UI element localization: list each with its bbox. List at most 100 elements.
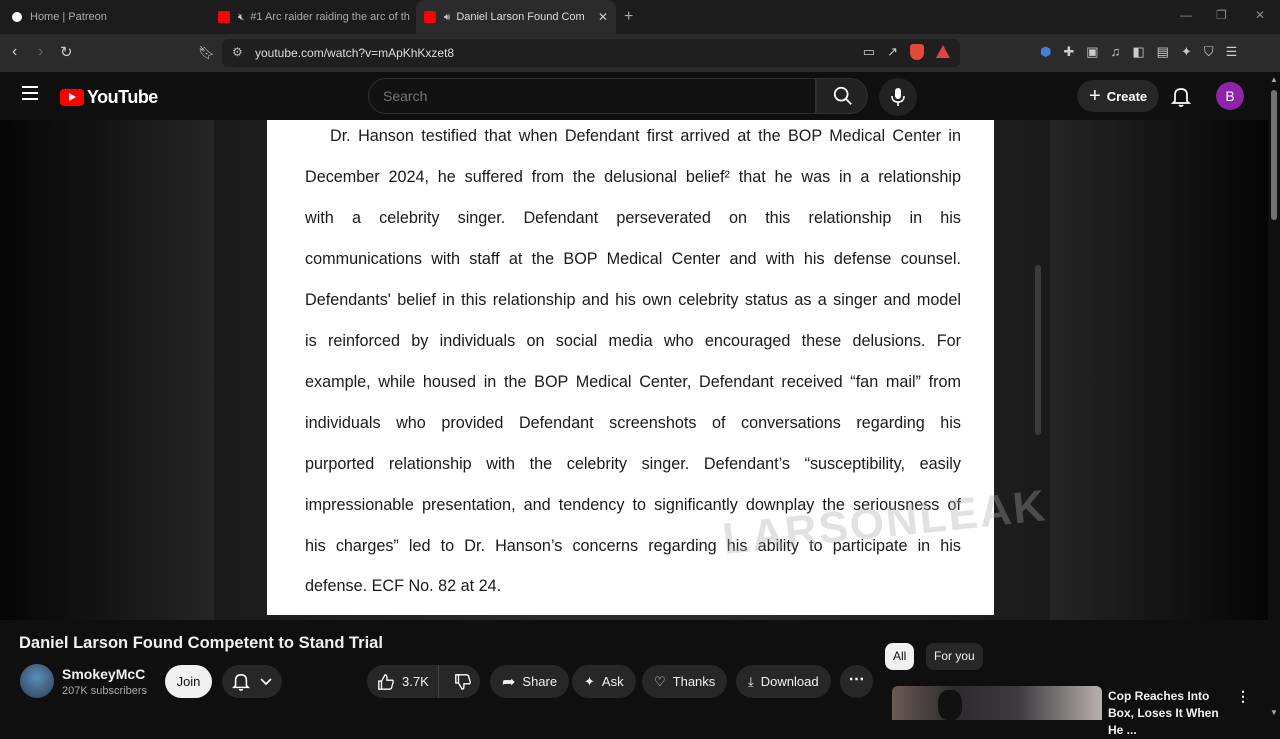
audio-playing-icon[interactable]: 🔊︎ [444, 12, 450, 23]
notifications-button[interactable] [1170, 86, 1192, 113]
ambient-glow-left [0, 120, 214, 620]
thumbnail-figure [938, 690, 962, 720]
ask-button[interactable]: ✦ Ask [572, 665, 636, 698]
video-player[interactable]: Dr. Hanson testified that when Defendant… [0, 120, 1268, 620]
youtube-icon [424, 11, 436, 23]
video-scroll-indicator [1035, 265, 1041, 435]
share-page-icon[interactable]: ↗ [887, 44, 898, 60]
microphone-icon [891, 88, 905, 106]
cast-icon[interactable]: ▭ [863, 44, 875, 60]
create-button[interactable]: + Create [1077, 80, 1160, 112]
download-button[interactable]: ⤓ Download [736, 665, 831, 698]
menu-icon[interactable]: ☰ [1226, 44, 1238, 60]
chevron-down-icon [260, 677, 272, 685]
share-icon: ➦ [502, 673, 516, 691]
account-avatar[interactable]: B [1216, 82, 1244, 110]
search-input[interactable] [383, 88, 783, 104]
vpn-icon[interactable]: ⬢ [1040, 44, 1051, 60]
music-icon[interactable]: ♫ [1111, 44, 1121, 60]
tab-patreon[interactable]: Home | Patreon [12, 0, 212, 34]
like-count: 3.7K [402, 674, 429, 689]
url-text[interactable]: youtube.com/watch?v=mApKhKxzet8 [255, 46, 454, 60]
document-line: purported relationship with the celebrit… [305, 455, 961, 473]
scroll-up-icon[interactable]: ▲ [1270, 75, 1278, 84]
extensions-icon[interactable]: ✚ [1063, 44, 1074, 60]
youtube-icon [218, 11, 230, 23]
chip-all[interactable]: All [885, 643, 915, 670]
scroll-down-icon[interactable]: ▼ [1270, 708, 1278, 717]
wallet-icon[interactable]: ▣ [1086, 44, 1098, 60]
thumbs-down-icon [455, 674, 471, 690]
document-line: Dr. Hanson testified that when Defendant… [330, 127, 961, 145]
maximize-icon[interactable]: ❐ [1216, 8, 1227, 22]
ambient-glow-right [1050, 120, 1268, 620]
forward-icon[interactable]: › [38, 43, 43, 61]
bookmark-icon[interactable]: 🔖︎ [198, 45, 215, 61]
new-tab-icon[interactable]: + [624, 8, 633, 26]
wallet-card-icon[interactable]: ▤ [1157, 44, 1169, 60]
subscriber-count: 207K subscribers [62, 685, 147, 697]
document-line: with a celebrity singer. Defendant perse… [305, 209, 961, 227]
close-tab-icon[interactable]: ✕ [598, 10, 608, 24]
search-button[interactable] [816, 78, 868, 114]
site-info-icon[interactable]: ⚙ [232, 45, 243, 59]
document-line: Defendants' belief in this relationship … [305, 291, 961, 309]
muted-icon[interactable]: 🔇︎ [238, 12, 244, 23]
thumbs-up-icon [378, 673, 394, 690]
url-actions: ▭ ↗ [863, 44, 950, 60]
like-dislike-group: 3.7K [367, 665, 480, 698]
tab-title: Daniel Larson Found Compet [456, 11, 585, 23]
recommended-video-title[interactable]: Cop Reaches Into Box, Loses It When He .… [1108, 688, 1228, 739]
document-line: individuals who provided Defendant scree… [305, 414, 961, 432]
shield-icon[interactable]: ⛉ [1204, 44, 1214, 60]
thanks-button[interactable]: ♡ Thanks [642, 665, 728, 698]
sidebar-icon[interactable]: ◧ [1132, 44, 1144, 60]
back-icon[interactable]: ‹ [12, 43, 17, 61]
page-scrollbar[interactable]: ▲ ▼ [1268, 72, 1280, 720]
bell-icon [1170, 88, 1192, 107]
patreon-icon [12, 12, 22, 22]
minimize-icon[interactable]: — [1180, 8, 1192, 22]
court-document: Dr. Hanson testified that when Defendant… [267, 120, 1049, 615]
document-line: December 2024, he suffered from the delu… [305, 168, 961, 186]
youtube-header: YouTube + Create B [0, 72, 1280, 120]
reload-icon[interactable]: ↻ [60, 43, 73, 61]
address-bar[interactable]: ⚙ youtube.com/watch?v=mApKhKxzet8 ▭ ↗ [222, 39, 960, 67]
browser-toolbar: ‹ › ↻ 🔖︎ ⚙ youtube.com/watch?v=mApKhKxze… [0, 34, 1280, 72]
join-button[interactable]: Join [165, 665, 212, 698]
scroll-thumb[interactable] [1271, 90, 1277, 220]
tab-title: Home | Patreon [30, 11, 107, 23]
channel-avatar[interactable] [20, 664, 54, 698]
leo-ai-icon[interactable]: ✦ [1181, 44, 1192, 60]
like-button[interactable]: 3.7K [367, 665, 440, 698]
share-button[interactable]: ➦ Share [490, 665, 570, 698]
bell-icon [232, 673, 250, 691]
voice-search-button[interactable] [879, 78, 917, 116]
download-icon: ⤓ [748, 673, 754, 689]
search-box [368, 78, 816, 114]
plus-icon: + [1089, 84, 1101, 107]
brave-shields-icon[interactable] [910, 44, 924, 60]
dislike-button[interactable] [446, 669, 480, 694]
tab-title: #1 Arc raider raiding the arc of th [250, 11, 410, 23]
document-line: defense. ECF No. 82 at 24. [305, 577, 502, 595]
recommended-video-thumbnail[interactable] [892, 686, 1102, 720]
document-line: is reinforced by individuals on social m… [305, 332, 961, 350]
youtube-play-icon [60, 89, 84, 106]
extensions-bar: ⬢ ✚ ▣ ♫ ◧ ▤ ✦ ⛉ ☰ [1040, 44, 1237, 60]
heart-dollar-icon: ♡ [654, 673, 666, 689]
subscription-notifications-button[interactable] [222, 665, 282, 698]
tab-daniel-larson[interactable]: 🔊︎ Daniel Larson Found Compet ✕ [416, 0, 616, 34]
chip-for-you[interactable]: For you [926, 643, 983, 670]
close-window-icon[interactable]: ✕ [1255, 8, 1265, 22]
document-line: example, while housed in the BOP Medical… [305, 373, 961, 391]
more-actions-icon[interactable]: ⋯ [840, 665, 873, 698]
brave-rewards-icon[interactable] [936, 45, 950, 58]
channel-name[interactable]: SmokeyMcC [62, 666, 145, 682]
browser-tab-strip: Home | Patreon 🔇︎ #1 Arc raider raiding … [0, 0, 1280, 34]
video-title: Daniel Larson Found Competent to Stand T… [19, 634, 383, 652]
youtube-logo[interactable]: YouTube [60, 87, 158, 108]
tab-arc-raider[interactable]: 🔇︎ #1 Arc raider raiding the arc of th [218, 0, 414, 34]
guide-menu-icon[interactable] [22, 86, 38, 104]
kebab-menu-icon[interactable]: ⋮ [1236, 688, 1250, 705]
